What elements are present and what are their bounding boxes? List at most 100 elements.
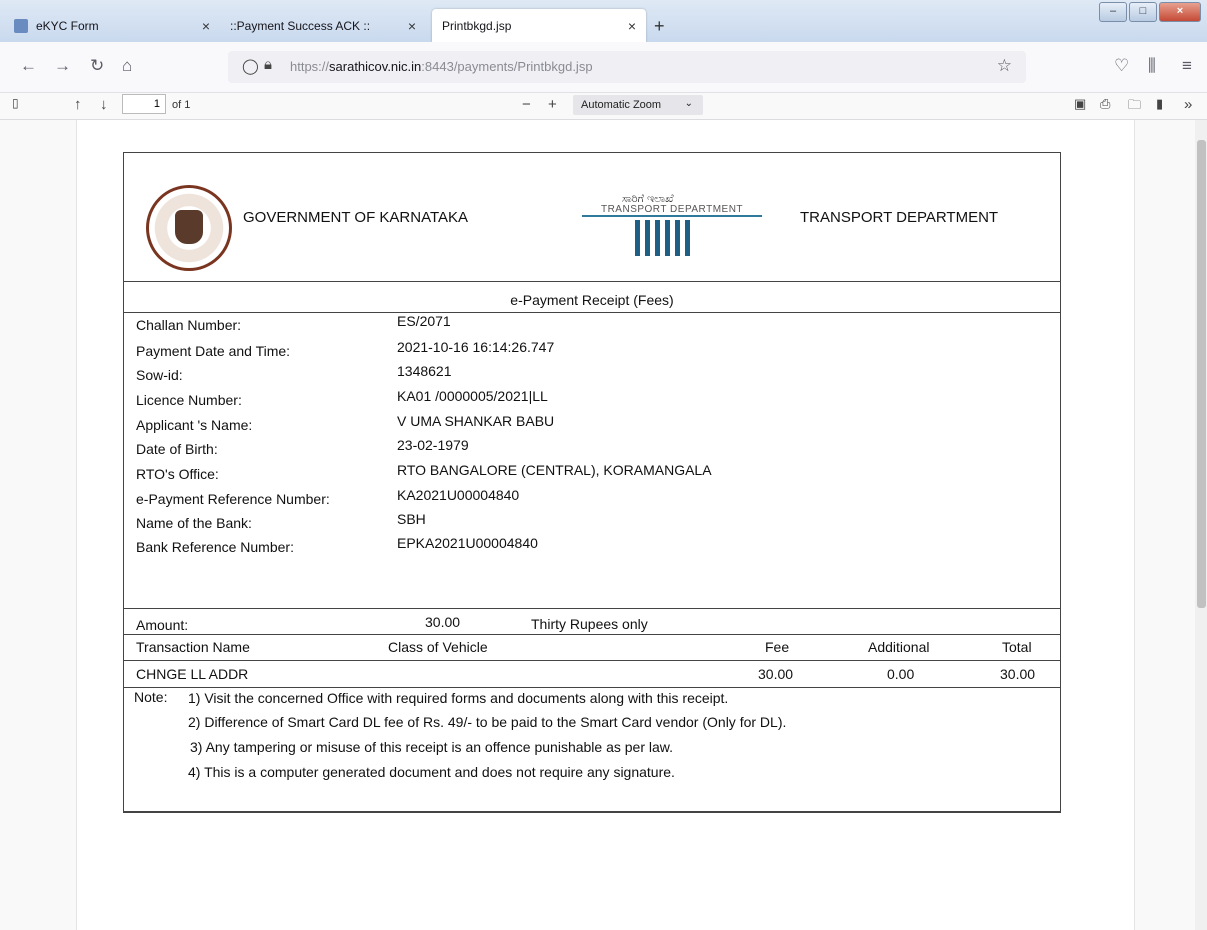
scrollbar-thumb[interactable] (1197, 140, 1206, 608)
tab-label: Printbkgd.jsp (442, 18, 512, 33)
pocket-icon[interactable]: ♡ (1114, 56, 1129, 76)
col-class-of-vehicle: Class of Vehicle (388, 639, 488, 655)
col-total: Total (1002, 639, 1032, 655)
field-row: Licence Number: KA01 /0000005/2021|LL (124, 388, 1060, 410)
receipt-header: GOVERNMENT OF KARNATAKA ಸಾರಿಗೆ ಇಲಾಖೆ TRA… (124, 153, 1060, 282)
zoom-select[interactable]: ⌄ Automatic Zoom (573, 95, 703, 115)
bookmark-star-icon[interactable]: ☆ (997, 56, 1012, 76)
transaction-fee: 30.00 (758, 666, 794, 682)
field-value: V UMA SHANKAR BABU (397, 413, 555, 429)
transaction-total: 30.00 (1000, 666, 1036, 682)
transaction-name: CHNGE LL ADDR (136, 666, 249, 682)
field-row: RTO's Office: RTO BANGALORE (CENTRAL), KO… (124, 462, 1060, 484)
page-count: of 1 (172, 99, 191, 111)
receipt-title: e-Payment Receipt (Fees) (124, 282, 1060, 313)
field-row: e-Payment Reference Number: KA2021U000048… (124, 487, 1060, 509)
field-row: Sow-id: 1348621 (124, 363, 1060, 385)
url-text[interactable]: https://sarathicov.nic.in:8443/payments/… (290, 59, 593, 74)
transaction-header-row: Transaction Name Class of Vehicle Fee Ad… (124, 634, 1060, 658)
field-label: Bank Reference Number: (136, 539, 294, 555)
note-label: Note: (134, 689, 168, 705)
new-tab-button[interactable]: + (654, 16, 665, 37)
government-title: GOVERNMENT OF KARNATAKA (243, 209, 469, 226)
field-label: RTO's Office: (136, 466, 219, 482)
tracking-shield-icon[interactable]: ◯ (242, 57, 259, 75)
field-value: 2021-10-16 16:14:26.747 (397, 339, 555, 355)
close-window-button[interactable]: × (1159, 2, 1201, 22)
note-3: 3) Any tampering or misuse of this recei… (190, 739, 674, 755)
address-bar[interactable]: ◯ 🔒︎ https://sarathicov.nic.in:8443/paym… (228, 51, 1026, 83)
field-value: EPKA2021U00004840 (397, 535, 538, 551)
receipt-bottom-border (123, 811, 1061, 813)
col-fee: Fee (765, 639, 790, 655)
field-row: Payment Date and Time: 2021-10-16 16:14:2… (124, 339, 1060, 361)
zoom-in-button[interactable]: + (548, 96, 557, 113)
forward-button[interactable]: → (54, 56, 71, 76)
menu-icon[interactable]: ≡ (1182, 56, 1192, 76)
field-label: Challan Number: (136, 317, 242, 333)
field-value: 23-02-1979 (397, 437, 469, 453)
amount-label: Amount: (136, 617, 189, 633)
department-title: TRANSPORT DEPARTMENT (800, 209, 999, 226)
close-icon[interactable]: × (202, 18, 210, 34)
tab-printbkgd[interactable]: Printbkgd.jsp × (432, 9, 646, 42)
col-transaction-name: Transaction Name (136, 639, 250, 655)
chevron-down-icon: ⌄ (684, 98, 693, 109)
next-page-button[interactable]: ↓ (100, 96, 108, 113)
field-value: ES/2071 (397, 313, 451, 329)
transaction-additional: 0.00 (887, 666, 915, 682)
note-1: 1) Visit the concerned Office with requi… (188, 690, 729, 706)
close-icon[interactable]: × (628, 18, 636, 34)
field-value: KA2021U00004840 (397, 487, 520, 503)
field-label: Sow-id: (136, 367, 183, 383)
print-icon[interactable]: ⎙ (1100, 96, 1110, 112)
zoom-out-button[interactable]: − (522, 96, 531, 113)
home-button[interactable]: ⌂ (122, 56, 132, 76)
note-2: 2) Difference of Smart Card DL fee of Rs… (188, 714, 787, 730)
col-additional: Additional (868, 639, 930, 655)
transaction-row: CHNGE LL ADDR 30.00 0.00 30.00 (124, 660, 1060, 688)
field-row: Applicant 's Name: V UMA SHANKAR BABU (124, 413, 1060, 435)
field-label: Date of Birth: (136, 441, 218, 457)
field-label: Name of the Bank: (136, 515, 252, 531)
tab-ekyc-form[interactable]: eKYC Form × (4, 9, 220, 42)
field-value: 1348621 (397, 363, 452, 379)
bookmark-icon[interactable]: ▮ (1156, 96, 1163, 112)
close-icon[interactable]: × (408, 18, 416, 34)
tab-payment-success[interactable]: ::Payment Success ACK :: × (220, 9, 426, 42)
previous-page-button[interactable]: ↑ (74, 96, 82, 113)
field-label: Payment Date and Time: (136, 343, 291, 359)
maximize-button[interactable]: □ (1129, 2, 1157, 22)
page-number-input[interactable]: 1 (122, 94, 166, 114)
field-value: KA01 /0000005/2021|LL (397, 388, 548, 404)
back-button[interactable]: ← (20, 56, 37, 76)
field-label: e-Payment Reference Number: (136, 491, 330, 507)
sidebar-toggle-icon[interactable]: ▯ (12, 96, 19, 110)
tools-menu-icon[interactable]: » (1184, 96, 1192, 113)
amount-value: 30.00 (425, 614, 461, 630)
payment-receipt: GOVERNMENT OF KARNATAKA ಸಾರಿಗೆ ಇಲಾಖೆ TRA… (123, 152, 1061, 812)
field-row: Date of Birth: 23-02-1979 (124, 437, 1060, 459)
field-label: Applicant 's Name: (136, 417, 253, 433)
transport-department-logo: ಸಾರಿಗೆ ಇಲಾಖೆ TRANSPORT DEPARTMENT (582, 193, 762, 259)
amount-row: Amount: 30.00 Thirty Rupees only (124, 608, 1060, 635)
lock-icon[interactable]: 🔒︎ (264, 56, 272, 73)
tab-strip: eKYC Form × ::Payment Success ACK :: × P… (0, 0, 1207, 42)
karnataka-seal-logo (146, 185, 232, 271)
tab-label: ::Payment Success ACK :: (230, 18, 371, 33)
note-4: 4) This is a computer generated document… (188, 764, 675, 780)
presentation-mode-icon[interactable]: ▣ (1074, 96, 1086, 112)
navigation-bar: ← → ↻ ⌂ ◯ 🔒︎ https://sarathicov.nic.in:8… (0, 42, 1207, 93)
pdf-toolbar: ▯ ↑ ↓ 1 of 1 − + ⌄ Automatic Zoom ▣ ⎙ 🗀︎ … (0, 93, 1207, 120)
field-row: Name of the Bank: SBH (124, 511, 1060, 533)
reload-button[interactable]: ↻ (90, 56, 104, 76)
tab-label: eKYC Form (36, 18, 99, 33)
field-value: SBH (397, 511, 426, 527)
page-icon (14, 18, 28, 33)
minimize-button[interactable]: – (1099, 2, 1127, 22)
field-row: Challan Number: ES/2071 (124, 313, 1060, 335)
amount-words: Thirty Rupees only (531, 616, 648, 632)
save-icon[interactable]: 🗀︎ (1128, 96, 1141, 118)
library-icon[interactable]: ⫼ (1148, 56, 1156, 76)
field-value: RTO BANGALORE (CENTRAL), KORAMANGALA (397, 462, 712, 478)
